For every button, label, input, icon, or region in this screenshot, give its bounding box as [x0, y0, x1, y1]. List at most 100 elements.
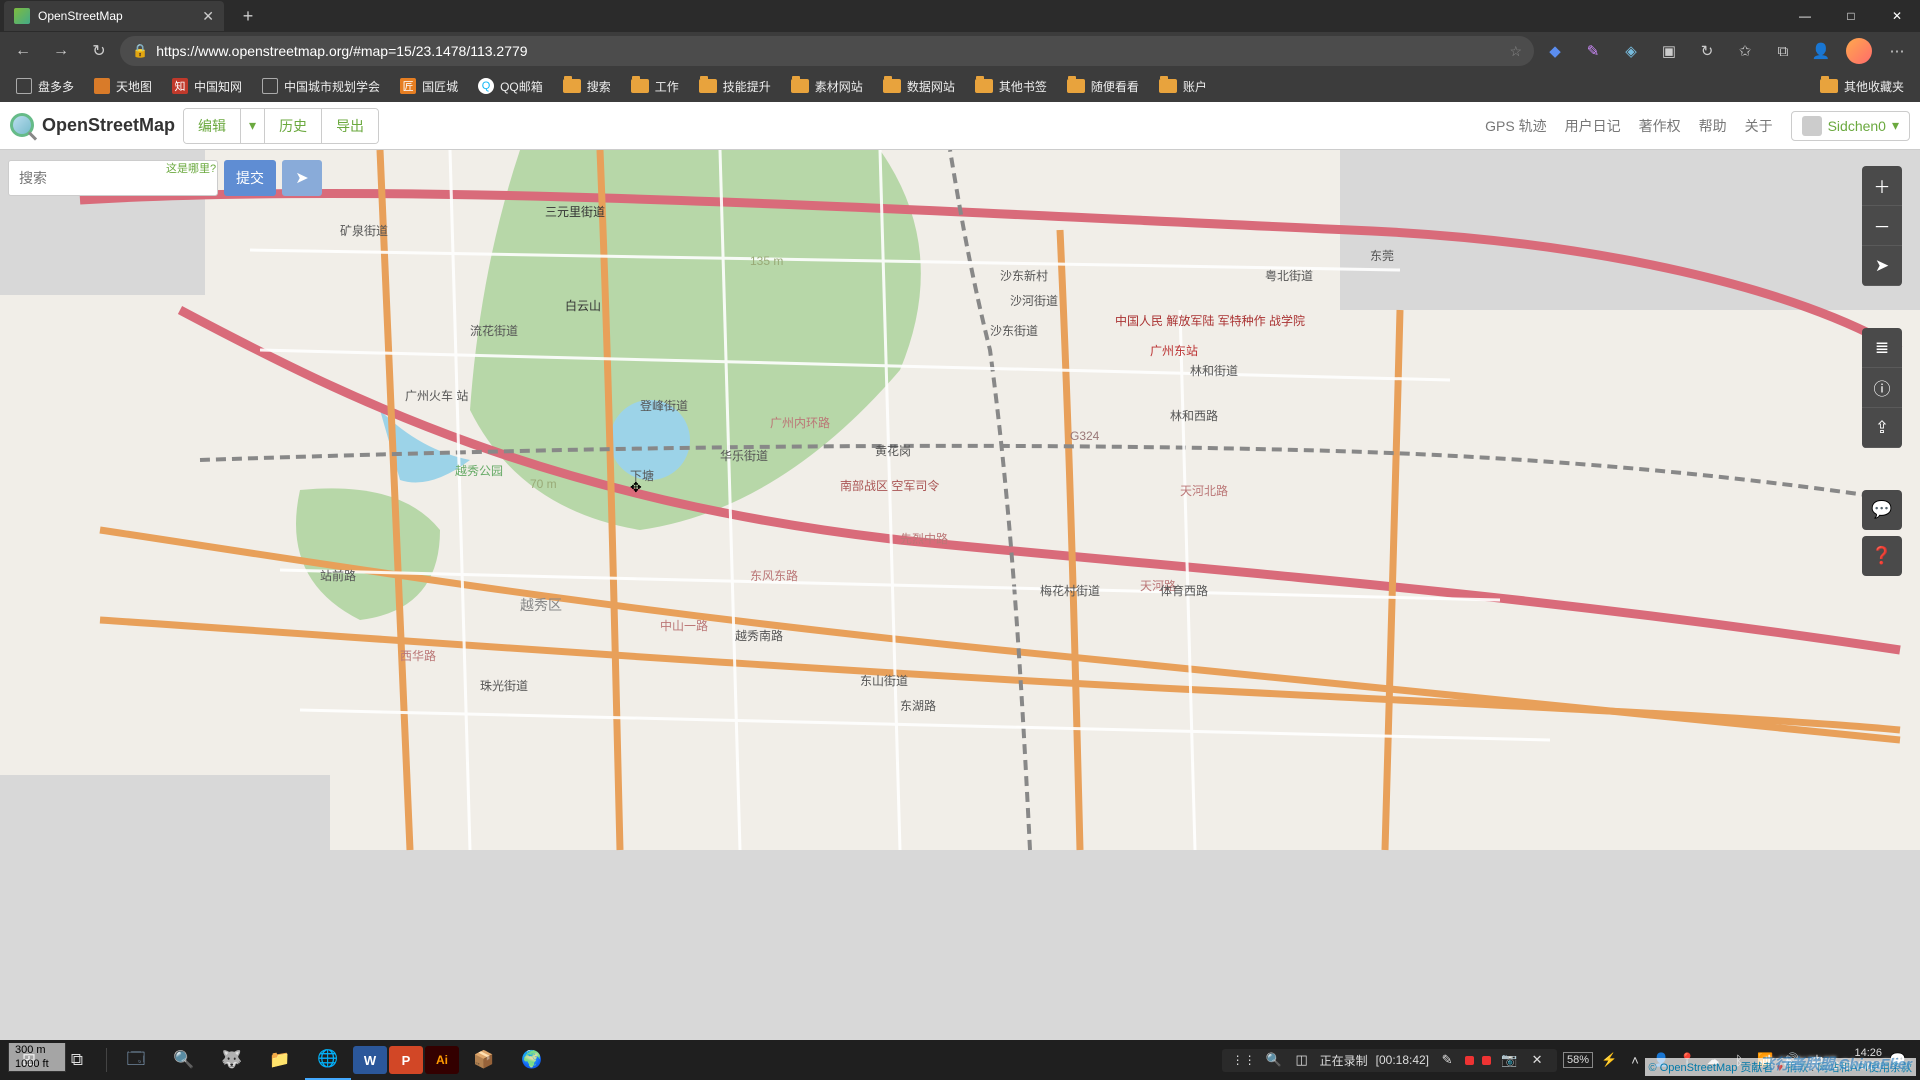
search-submit-button[interactable]: 提交: [224, 160, 276, 196]
bookmark-folder[interactable]: 工作: [623, 74, 687, 99]
app-icon-1[interactable]: 🗔: [113, 1040, 159, 1080]
osm-logo[interactable]: OpenStreetMap: [10, 113, 175, 139]
add-note-button[interactable]: 💬: [1862, 490, 1902, 530]
bookmark-item[interactable]: 天地图: [86, 74, 160, 99]
donate-link[interactable]: 捐款: [1786, 1062, 1808, 1074]
favorite-icon[interactable]: ☆: [1509, 43, 1522, 60]
close-window-button[interactable]: ✕: [1874, 0, 1920, 32]
bookmark-folder[interactable]: 技能提升: [691, 74, 779, 99]
minimize-button[interactable]: —: [1782, 0, 1828, 32]
layers-button[interactable]: ≣: [1862, 328, 1902, 368]
about-link[interactable]: 关于: [1745, 116, 1773, 136]
app-icon-globe[interactable]: 🌍: [509, 1040, 555, 1080]
copyright-link[interactable]: 著作权: [1639, 116, 1681, 136]
svg-text:矿泉街道: 矿泉街道: [340, 224, 388, 238]
battery-status[interactable]: 58%: [1563, 1052, 1593, 1068]
power-icon[interactable]: ⚡: [1599, 1052, 1619, 1068]
ext-icon-2[interactable]: ✎: [1576, 34, 1610, 68]
drag-handle-icon[interactable]: ⋮⋮: [1232, 1053, 1256, 1067]
ext-icon-3[interactable]: ◈: [1614, 34, 1648, 68]
search-app-icon[interactable]: 🔍: [161, 1040, 207, 1080]
rec-settings-icon[interactable]: ◫: [1292, 1052, 1312, 1068]
pencil-icon[interactable]: ✎: [1437, 1052, 1457, 1068]
menu-icon[interactable]: ⋯: [1880, 34, 1914, 68]
back-button[interactable]: ←: [6, 34, 40, 68]
edit-dropdown[interactable]: ▾: [241, 109, 265, 143]
tray-overflow-icon[interactable]: ˄: [1625, 1053, 1645, 1068]
bookmark-item[interactable]: 知中国知网: [164, 74, 250, 99]
folder-icon: [631, 79, 649, 93]
query-features-button[interactable]: ❓: [1862, 536, 1902, 576]
svg-text:沙东新村: 沙东新村: [1000, 268, 1048, 283]
directions-button[interactable]: ➤: [282, 160, 322, 196]
edit-button[interactable]: 编辑: [184, 109, 241, 143]
svg-text:广州火车 站: 广州火车 站: [405, 388, 468, 403]
globe-icon: [94, 78, 110, 94]
file-explorer-icon[interactable]: 📁: [257, 1040, 303, 1080]
bookmark-folder[interactable]: 搜索: [555, 74, 619, 99]
close-rec-icon[interactable]: ✕: [1527, 1052, 1547, 1068]
search-panel: 这是哪里? 提交 ➤: [8, 160, 322, 196]
gps-traces-link[interactable]: GPS 轨迹: [1485, 116, 1546, 136]
rec-tool-icon[interactable]: 🔍: [1264, 1052, 1284, 1068]
folder-icon: [1820, 79, 1838, 93]
maximize-button[interactable]: □: [1828, 0, 1874, 32]
locate-button[interactable]: ➤: [1862, 246, 1902, 286]
attribution-copy[interactable]: © OpenStreetMap 贡献者: [1649, 1062, 1774, 1074]
browser-tab-active[interactable]: OpenStreetMap ✕: [4, 1, 224, 31]
export-button[interactable]: 导出: [322, 109, 378, 143]
map-attribution: © OpenStreetMap 贡献者 ♥ 捐款 . 网站和API使用条款: [1645, 1058, 1916, 1076]
app-icon-wolf[interactable]: 🐺: [209, 1040, 255, 1080]
user-menu[interactable]: Sidchen0 ▾: [1791, 111, 1910, 141]
bookmark-folder[interactable]: 随便看看: [1059, 74, 1147, 99]
illustrator-icon[interactable]: Ai: [425, 1046, 459, 1074]
svg-text:珠光街道: 珠光街道: [480, 679, 528, 693]
map-scale: 300 m 1000 ft: [8, 1043, 66, 1072]
svg-text:梅花村街道: 梅花村街道: [1040, 583, 1100, 598]
ext-icon-4[interactable]: ▣: [1652, 34, 1686, 68]
collections-icon[interactable]: ⧉: [1766, 34, 1800, 68]
powerpoint-icon[interactable]: P: [389, 1046, 423, 1074]
user-diaries-link[interactable]: 用户日记: [1565, 116, 1621, 136]
share-button[interactable]: ⇪: [1862, 408, 1902, 448]
refresh-button[interactable]: ↻: [82, 34, 116, 68]
terms-link[interactable]: 网站和API使用条款: [1817, 1062, 1912, 1074]
help-link[interactable]: 帮助: [1699, 116, 1727, 136]
pause-button[interactable]: [1482, 1056, 1491, 1065]
ext-icon-1[interactable]: ◆: [1538, 34, 1572, 68]
zoom-in-button[interactable]: ＋: [1862, 166, 1902, 206]
new-tab-button[interactable]: +: [234, 6, 262, 27]
map-key-button[interactable]: ⓘ: [1862, 368, 1902, 408]
word-icon[interactable]: W: [353, 1046, 387, 1074]
bookmark-folder[interactable]: 素材网站: [783, 74, 871, 99]
svg-text:135 m: 135 m: [750, 254, 783, 268]
bookmark-folder[interactable]: 其他书签: [967, 74, 1055, 99]
url-input[interactable]: 🔒 https://www.openstreetmap.org/#map=15/…: [120, 36, 1534, 66]
svg-text:沙东街道: 沙东街道: [990, 324, 1038, 338]
ext-icon-5[interactable]: ↻: [1690, 34, 1724, 68]
bookmark-folder[interactable]: 账户: [1151, 74, 1215, 99]
favorites-icon[interactable]: ✩: [1728, 34, 1762, 68]
bookmark-item[interactable]: 盘多多: [8, 74, 82, 99]
folder-icon: [791, 79, 809, 93]
bookmark-folder[interactable]: 数据网站: [875, 74, 963, 99]
bookmark-item[interactable]: QQQ邮箱: [470, 74, 551, 99]
where-am-i-link[interactable]: 这是哪里?: [166, 160, 216, 176]
bookmark-item[interactable]: 中国城市规划学会: [254, 74, 388, 99]
bookmark-item[interactable]: 匠国匠城: [392, 74, 466, 99]
profile-switch-icon[interactable]: 👤: [1804, 34, 1838, 68]
profile-avatar[interactable]: [1842, 34, 1876, 68]
camera-icon[interactable]: 📷: [1499, 1052, 1519, 1068]
bookmarks-overflow[interactable]: 其他收藏夹: [1812, 74, 1912, 99]
svg-text:中山一路: 中山一路: [660, 618, 708, 633]
forward-button[interactable]: →: [44, 34, 78, 68]
app-icon-box[interactable]: 📦: [461, 1040, 507, 1080]
map-canvas[interactable]: 白云山 135 m 三元里街道 广州火车 站 流花街道 矿泉街道 登峰街道 华乐…: [0, 150, 1920, 1080]
svg-text:东莞: 东莞: [1370, 249, 1394, 263]
record-button[interactable]: [1465, 1056, 1474, 1065]
recording-time: [00:18:42]: [1376, 1053, 1429, 1067]
edge-icon[interactable]: 🌐: [305, 1040, 351, 1080]
close-tab-icon[interactable]: ✕: [202, 8, 214, 25]
history-button[interactable]: 历史: [265, 109, 322, 143]
zoom-out-button[interactable]: －: [1862, 206, 1902, 246]
